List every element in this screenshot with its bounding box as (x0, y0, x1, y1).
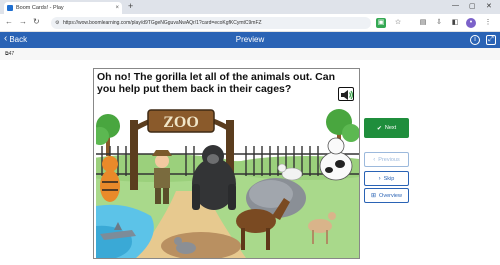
extensions-puzzle-icon[interactable]: ▤ (418, 18, 428, 28)
browser-tab-strip: Boom Cards! - Play × + — ▢ ✕ (0, 0, 500, 14)
check-icon: ✔ (376, 125, 382, 132)
fullscreen-icon[interactable]: ⤢ (486, 35, 496, 45)
card-info-bar: ⧉47 (0, 48, 500, 60)
overview-button[interactable]: ⊞ Overview (364, 188, 409, 203)
bookmark-star-icon[interactable]: ☆ (393, 18, 403, 28)
zoo-scene-image: ZOO (96, 106, 359, 258)
zoo-sign-text: ZOO (163, 114, 199, 131)
close-tab-icon[interactable]: × (115, 5, 119, 11)
minimize-icon[interactable]: — (452, 2, 459, 9)
audio-speaker-button[interactable] (338, 87, 354, 101)
boom-favicon-icon (7, 5, 13, 11)
reload-icon[interactable]: ↻ (33, 17, 40, 26)
card-count-value: 47 (8, 51, 15, 57)
next-button[interactable]: ✔ Next (364, 118, 409, 138)
site-info-icon[interactable]: ⚙ (55, 17, 59, 29)
chevron-left-icon: ‹ (373, 156, 376, 163)
previous-button[interactable]: ‹ Previous (364, 152, 409, 167)
close-window-icon[interactable]: ✕ (486, 2, 492, 10)
next-label: Next (384, 125, 397, 131)
url-text: https://wow.boomlearning.com/play/d9TGge… (63, 20, 262, 26)
forward-arrow-icon[interactable]: → (19, 17, 27, 26)
page-title: Preview (235, 35, 265, 44)
card-count: ⧉47 (5, 51, 15, 57)
skip-label: Skip (383, 175, 395, 182)
overview-label: Overview (379, 192, 402, 199)
sidebar-icon[interactable]: ◧ (450, 18, 460, 28)
browser-tab[interactable]: Boom Cards! - Play × (4, 2, 122, 14)
address-bar[interactable]: ⚙ https://wow.boomlearning.com/play/d9TG… (51, 17, 371, 29)
preview-header: ‹ Back Preview i ⤢ (0, 32, 500, 48)
chevron-right-icon: › (378, 175, 381, 182)
tab-title: Boom Cards! - Play (16, 5, 64, 11)
download-icon[interactable]: ⇩ (434, 18, 444, 28)
previous-label: Previous (378, 156, 400, 163)
skip-button[interactable]: › Skip (364, 171, 409, 186)
browser-menu-icon[interactable]: ⋮ (483, 18, 493, 28)
new-tab-icon[interactable]: + (128, 1, 133, 11)
back-arrow-icon[interactable]: ← (5, 17, 13, 26)
browser-toolbar: ← → ↻ ⚙ https://wow.boomlearning.com/pla… (0, 14, 500, 32)
boom-card: Oh no! The gorilla let all of the animal… (93, 68, 360, 259)
grid-icon: ⊞ (371, 193, 377, 199)
maximize-icon[interactable]: ▢ (469, 2, 476, 10)
extension-icon[interactable]: ▣ (376, 18, 386, 28)
speaker-icon (341, 90, 354, 100)
info-icon[interactable]: i (470, 35, 480, 45)
profile-avatar[interactable]: • (466, 18, 476, 28)
tiger (100, 156, 120, 202)
card-question: Oh no! The gorilla let all of the animal… (97, 71, 336, 95)
